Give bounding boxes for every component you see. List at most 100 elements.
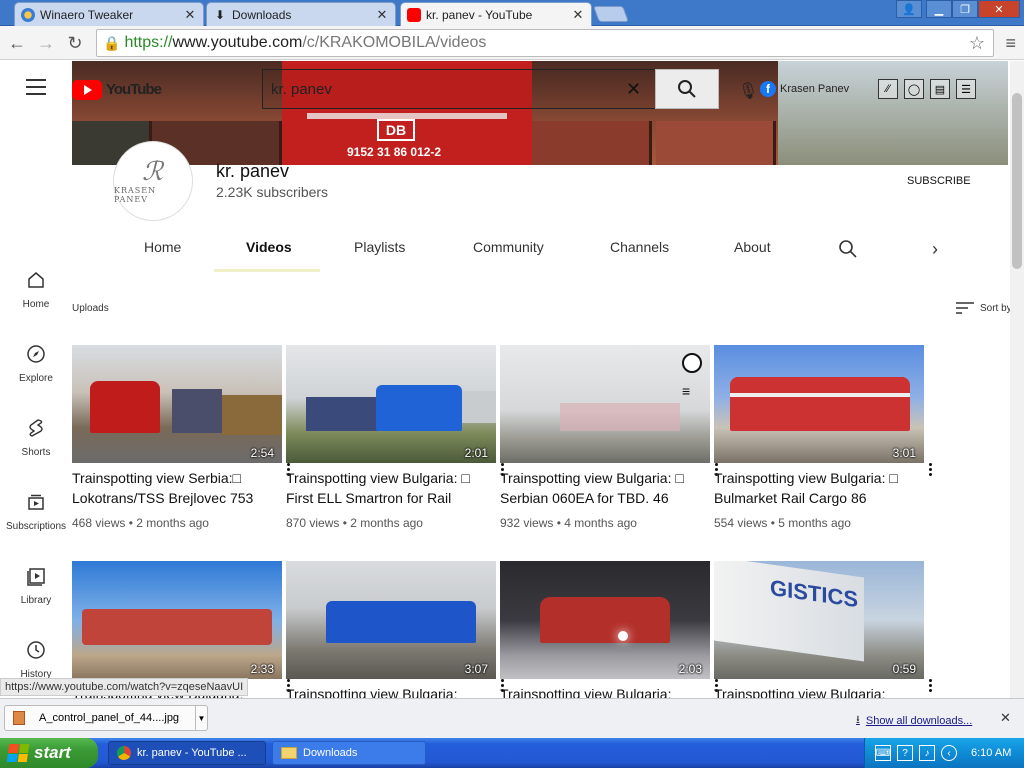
tab-channels[interactable]: Channels bbox=[610, 239, 669, 255]
video-title[interactable]: Trainspotting view Bulgaria: □ First ELL… bbox=[286, 468, 496, 508]
windows-logo-icon bbox=[6, 744, 30, 762]
tab-playlists[interactable]: Playlists bbox=[354, 239, 405, 255]
video-card[interactable]: 3:01 Trainspotting view Bulgaria: □ Bulm… bbox=[714, 345, 932, 530]
bookmark-star-icon[interactable]: ☆ bbox=[969, 33, 985, 54]
chrome-icon bbox=[117, 746, 131, 760]
nav-home[interactable]: Home bbox=[0, 269, 72, 310]
back-button[interactable]: ← bbox=[5, 31, 29, 55]
search-value: kr. panev bbox=[271, 80, 332, 98]
shorts-icon bbox=[25, 417, 47, 439]
video-meta: 870 views • 2 months ago bbox=[286, 516, 423, 530]
video-thumbnail[interactable]: 2:01 bbox=[286, 345, 496, 463]
channel-avatar[interactable]: ℛ KRASEN PANEV bbox=[113, 141, 193, 221]
settings-icon[interactable]: ☰ bbox=[956, 79, 976, 99]
apps-icon[interactable]: ⁄⁄ bbox=[878, 79, 898, 99]
youtube-logo-icon[interactable] bbox=[72, 80, 102, 100]
facebook-icon[interactable]: f bbox=[760, 81, 776, 97]
search-input[interactable]: kr. panev bbox=[262, 69, 656, 109]
close-icon[interactable]: ✕ bbox=[375, 7, 389, 23]
sort-label: Sort by bbox=[980, 302, 1012, 314]
maximize-button[interactable]: ❐ bbox=[952, 0, 978, 18]
video-title[interactable]: Trainspotting view Bulgaria: □ Bulmarket… bbox=[714, 468, 924, 508]
tab-videos[interactable]: Videos bbox=[246, 239, 292, 255]
close-window-button[interactable]: ✕ bbox=[978, 0, 1020, 18]
nav-shorts[interactable]: Shorts bbox=[0, 417, 72, 458]
video-card[interactable]: 2:03 Trainspotting view Bulgaria: bbox=[500, 561, 718, 704]
header-link-text[interactable]: Krasen Panev bbox=[780, 83, 849, 95]
video-card[interactable]: GISTICS 0:59 Trainspotting view Bulgaria… bbox=[714, 561, 932, 704]
video-card[interactable]: 3:07 Trainspotting view Bulgaria: bbox=[286, 561, 504, 704]
clear-search-icon[interactable]: ✕ bbox=[626, 79, 641, 100]
nav-explore[interactable]: Explore bbox=[0, 343, 72, 384]
video-duration: 2:33 bbox=[250, 662, 274, 676]
close-icon[interactable]: ✕ bbox=[183, 7, 197, 23]
video-meta: 468 views • 2 months ago bbox=[72, 516, 209, 530]
video-card[interactable]: ≡ Trainspotting view Bulgaria: □ Serbian… bbox=[500, 345, 718, 530]
chevron-right-icon[interactable]: › bbox=[932, 239, 938, 260]
flag-icon[interactable]: ▤ bbox=[930, 79, 950, 99]
page-scrollbar[interactable] bbox=[1010, 61, 1024, 704]
search-button[interactable] bbox=[655, 69, 719, 109]
more-options-icon[interactable] bbox=[929, 463, 932, 478]
menu-icon[interactable]: ≡ bbox=[1005, 33, 1016, 54]
add-to-queue-icon[interactable]: ≡ bbox=[682, 384, 702, 398]
keyboard-icon[interactable]: ⌨ bbox=[875, 745, 891, 761]
tab-youtube[interactable]: kr. panev - YouTube ✕ bbox=[400, 2, 592, 26]
subscribe-button[interactable]: SUBSCRIBE bbox=[907, 175, 971, 187]
forward-button[interactable]: → bbox=[34, 31, 58, 55]
tab-community[interactable]: Community bbox=[473, 239, 544, 255]
download-filename: A_control_panel_of_44....jpg bbox=[39, 712, 180, 724]
nav-library[interactable]: Library bbox=[0, 565, 72, 606]
microphone-icon[interactable]: 🎙 bbox=[738, 81, 758, 101]
video-thumbnail[interactable]: GISTICS 0:59 bbox=[714, 561, 924, 679]
system-tray: ⌨ ? ♪ ‹ 6:10 AM bbox=[864, 738, 1024, 768]
scrollbar-thumb[interactable] bbox=[1012, 93, 1022, 269]
hamburger-menu-icon[interactable] bbox=[26, 79, 46, 95]
address-bar[interactable]: 🔒 https://www.youtube.com/c/KRAKOMOBILA/… bbox=[96, 29, 994, 57]
video-card[interactable]: 2:54 Trainspotting view Serbia:□ Lokotra… bbox=[72, 345, 290, 530]
tab-winaero[interactable]: Winaero Tweaker ✕ bbox=[14, 2, 204, 26]
account-icon[interactable]: ◯ bbox=[904, 79, 924, 99]
nav-label: Home bbox=[22, 299, 50, 310]
taskbar-item-downloads[interactable]: Downloads bbox=[272, 741, 426, 765]
nav-subscriptions[interactable]: Subscriptions bbox=[0, 491, 72, 532]
close-icon[interactable]: ✕ bbox=[571, 7, 585, 23]
download-item[interactable]: A_control_panel_of_44....jpg ▼ bbox=[4, 705, 208, 731]
taskbar-item-youtube[interactable]: kr. panev - YouTube ... bbox=[108, 741, 266, 765]
browser-toolbar: ← → ↻ 🔒 https://www.youtube.com/c/KRAKOM… bbox=[0, 26, 1024, 60]
video-duration: 3:01 bbox=[892, 446, 916, 460]
video-title[interactable]: Trainspotting view Bulgaria: □ Serbian 0… bbox=[500, 468, 710, 508]
volume-icon[interactable]: ♪ bbox=[919, 745, 935, 761]
youtube-icon bbox=[407, 7, 421, 22]
minimize-button[interactable]: ▁ bbox=[926, 0, 952, 18]
video-thumbnail[interactable]: 2:03 bbox=[500, 561, 710, 679]
back-arrow-icon[interactable]: ‹ bbox=[941, 745, 957, 761]
sort-by-button[interactable]: Sort by bbox=[956, 301, 1012, 315]
show-all-downloads-link[interactable]: ⭳ Show all downloads... bbox=[856, 711, 972, 730]
nav-history[interactable]: History bbox=[0, 639, 72, 680]
new-tab-button[interactable] bbox=[593, 6, 629, 22]
status-url: https://www.youtube.com/watch?v=zqeseNaa… bbox=[0, 678, 249, 696]
video-thumbnail[interactable]: ≡ bbox=[500, 345, 710, 463]
tab-about[interactable]: About bbox=[734, 239, 771, 255]
video-card[interactable]: 2:01 Trainspotting view Bulgaria: □ Firs… bbox=[286, 345, 504, 530]
view-count: 554 views bbox=[714, 516, 768, 530]
watch-later-icon[interactable] bbox=[682, 353, 702, 373]
video-title[interactable]: Trainspotting view Serbia:□ Lokotrans/TS… bbox=[72, 468, 282, 508]
channel-search-icon[interactable] bbox=[838, 239, 858, 259]
close-icon[interactable]: ✕ bbox=[1000, 710, 1011, 726]
tab-downloads[interactable]: ⬇ Downloads ✕ bbox=[206, 2, 396, 26]
tab-home[interactable]: Home bbox=[144, 239, 181, 255]
user-icon[interactable]: 👤 bbox=[896, 0, 922, 18]
video-thumbnail[interactable]: 3:07 bbox=[286, 561, 496, 679]
video-thumbnail[interactable]: 2:54 bbox=[72, 345, 282, 463]
video-thumbnail[interactable]: 3:01 bbox=[714, 345, 924, 463]
chevron-down-icon[interactable]: ▼ bbox=[195, 706, 207, 730]
more-options-icon[interactable] bbox=[929, 679, 932, 694]
tab-strip: Winaero Tweaker ✕ ⬇ Downloads ✕ kr. pane… bbox=[0, 0, 1024, 26]
start-button[interactable]: start bbox=[0, 738, 98, 768]
channel-name: kr. panev bbox=[216, 161, 290, 181]
reload-button[interactable]: ↻ bbox=[63, 31, 87, 55]
help-icon[interactable]: ? bbox=[897, 745, 913, 761]
video-thumbnail[interactable]: 2:33 bbox=[72, 561, 282, 679]
